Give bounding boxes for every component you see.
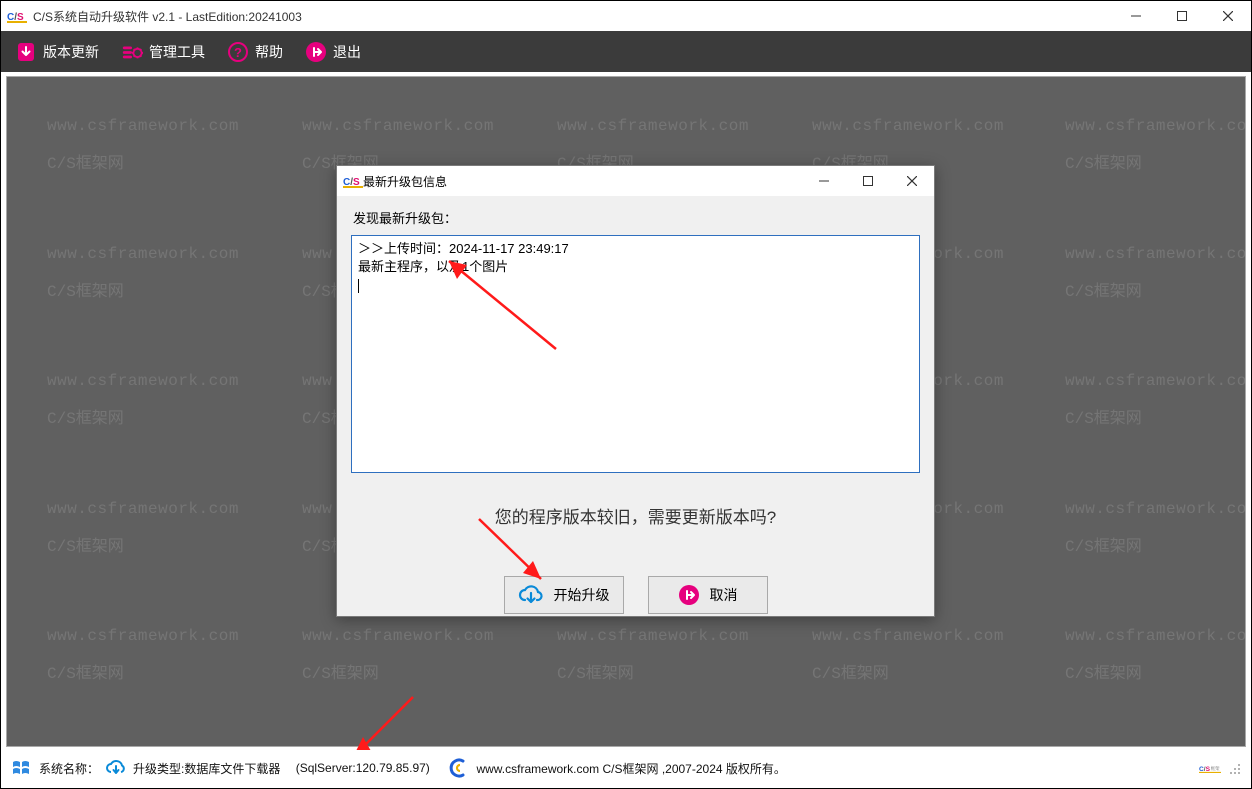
upgrade-dialog: C/S 最新升级包信息 发现最新升级包： ＞＞上传时间：2024-11-17 2… <box>336 165 935 617</box>
button-label: 取消 <box>710 585 738 605</box>
button-label: 开始升级 <box>554 585 610 605</box>
watermark-cell: www.csframework.comC/S框架网 <box>47 245 239 301</box>
status-upgrade-type: 升级类型:数据库文件下载器 <box>133 760 280 777</box>
toolbar-label: 版本更新 <box>43 42 99 62</box>
status-system-name-label: 系统名称： <box>39 760 99 777</box>
start-upgrade-button[interactable]: 开始升级 <box>504 576 624 614</box>
resize-grip-icon[interactable] <box>1227 761 1241 775</box>
text-caret <box>358 279 359 293</box>
cloud-download-icon <box>105 757 127 779</box>
dialog-titlebar: C/S 最新升级包信息 <box>337 166 934 196</box>
upgrade-log-textarea[interactable]: ＞＞上传时间：2024-11-17 23:49:17 最新主程序，以及1个图片 <box>351 235 920 473</box>
toolbar: 版本更新 管理工具 ? 帮助 退出 <box>1 31 1251 72</box>
svg-text:框架: 框架 <box>1211 765 1220 772</box>
toolbar-label: 帮助 <box>255 42 283 62</box>
dialog-found-label: 发现最新升级包： <box>353 208 920 227</box>
watermark-cell: www.csframework.comC/S框架网 <box>812 627 1004 683</box>
status-sql-server: (SqlServer:120.79.85.97) <box>296 761 430 775</box>
watermark-cell: www.csframework.comC/S框架网 <box>302 627 494 683</box>
window-title: C/S系统自动升级软件 v2.1 - LastEdition:20241003 <box>33 8 302 25</box>
watermark-cell: www.csframework.comC/S框架网 <box>47 627 239 683</box>
toolbar-label: 退出 <box>333 42 361 62</box>
dialog-question: 您的程序版本较旧，需要更新版本吗? <box>351 503 920 528</box>
toolbar-help[interactable]: ? 帮助 <box>227 41 283 63</box>
cs-logo-icon <box>448 757 470 779</box>
cloud-download-icon <box>518 584 544 606</box>
watermark-cell: www.csframework.comC/S框架网 <box>47 500 239 556</box>
exit-icon <box>678 584 700 606</box>
toolbar-version-update[interactable]: 版本更新 <box>15 41 99 63</box>
watermark-cell: www.csframework.comC/S框架网 <box>557 627 749 683</box>
toolbar-manage-tools[interactable]: 管理工具 <box>121 41 205 63</box>
cancel-button[interactable]: 取消 <box>648 576 768 614</box>
toolbar-exit[interactable]: 退出 <box>305 41 361 63</box>
titlebar: C/S C/S系统自动升级软件 v2.1 - LastEdition:20241… <box>1 1 1251 31</box>
app-window: C/S C/S系统自动升级软件 v2.1 - LastEdition:20241… <box>0 0 1252 789</box>
windows-flag-icon <box>11 757 33 779</box>
watermark-cell: www.csframework.comC/S框架网 <box>1065 117 1246 173</box>
watermark-cell: www.csframework.comC/S框架网 <box>1065 245 1246 301</box>
dialog-minimize-button[interactable] <box>802 166 846 196</box>
toolbar-label: 管理工具 <box>149 42 205 62</box>
watermark-cell: www.csframework.comC/S框架网 <box>47 117 239 173</box>
watermark-cell: www.csframework.comC/S框架网 <box>1065 500 1246 556</box>
help-icon: ? <box>227 41 249 63</box>
download-icon <box>15 41 37 63</box>
tools-icon <box>121 41 143 63</box>
dialog-close-button[interactable] <box>890 166 934 196</box>
dialog-maximize-button[interactable] <box>846 166 890 196</box>
minimize-button[interactable] <box>1113 1 1159 31</box>
status-copyright: www.csframework.com C/S框架网 ,2007-2024 版权… <box>476 760 785 777</box>
exit-icon <box>305 41 327 63</box>
app-icon: C/S <box>7 8 27 24</box>
statusbar: 系统名称： 升级类型:数据库文件下载器 (SqlServer:120.79.85… <box>3 750 1249 786</box>
watermark-cell: www.csframework.comC/S框架网 <box>1065 372 1246 428</box>
watermark-cell: www.csframework.comC/S框架网 <box>1065 627 1246 683</box>
watermark-cell: www.csframework.comC/S框架网 <box>47 372 239 428</box>
close-button[interactable] <box>1205 1 1251 31</box>
maximize-button[interactable] <box>1159 1 1205 31</box>
dialog-title: 最新升级包信息 <box>363 173 447 190</box>
app-icon: C/S <box>343 174 363 188</box>
cs-logo-small-icon: C/S 框架 <box>1199 757 1221 779</box>
svg-text:?: ? <box>234 45 242 60</box>
